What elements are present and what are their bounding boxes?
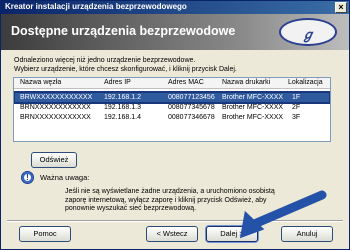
close-button[interactable]: × — [335, 2, 347, 13]
cell-node-name: BRWXXXXXXXXXXXX — [20, 94, 93, 101]
note-line-3: ponownie wyszukać sieć bezprzewodową. — [65, 205, 197, 212]
cancel-button[interactable]: Anuluj — [281, 226, 333, 242]
info-icon-glyph: ! — [26, 173, 29, 182]
column-header-node-name[interactable]: Nazwa węzła — [20, 79, 61, 86]
info-icon: ! — [21, 171, 34, 184]
instruction-line-1: Odnaleziono więcej niż jedno urządzenie … — [14, 57, 196, 64]
cell-mac-address: 008077123456 — [168, 94, 215, 101]
window-title: Kreator instalacji urządzenia bezprzewod… — [5, 2, 187, 11]
note-line-1: Jeśli nie są wyświetlane żadne urządzeni… — [65, 188, 275, 195]
column-header-ip-address[interactable]: Adres IP — [104, 79, 131, 86]
help-button[interactable]: Pomoc — [19, 226, 71, 242]
table-row[interactable]: BRNXXXXXXXXXXXX 192.168.1.4 008077346678… — [15, 113, 329, 122]
cell-location: 1F — [292, 94, 301, 101]
refresh-button[interactable]: Odśwież — [31, 152, 77, 168]
page-title: Dostępne urządzenia bezprzewodowe — [11, 24, 236, 38]
cell-printer-name: Brother MFC-XXXX — [222, 104, 284, 111]
cell-mac-address: 008077346678 — [168, 114, 215, 121]
cell-node-name: BRNXXXXXXXXXXXX — [20, 104, 91, 111]
column-header-location[interactable]: Lokalizacja — [288, 79, 323, 86]
wizard-window: Kreator instalacji urządzenia bezprzewod… — [0, 0, 350, 250]
important-note-title: Ważna uwaga: — [40, 173, 90, 182]
header-banner: Dostępne urządzenia bezprzewodowe ℊ — [1, 14, 349, 50]
instruction-line-2: Wybierz urządzenie, które chcesz skonfig… — [14, 66, 237, 73]
footer-divider — [7, 220, 343, 222]
wireless-logo-icon: ℊ — [279, 18, 337, 46]
cell-ip-address: 192.168.1.3 — [104, 104, 141, 111]
cell-mac-address: 008077345678 — [168, 104, 215, 111]
device-list[interactable]: Nazwa węzła Adres IP Adres MAC Nazwa dru… — [13, 77, 331, 142]
cell-location: 2F — [292, 104, 301, 111]
cell-printer-name: Brother MFC-XXXX — [222, 94, 284, 101]
device-list-header: Nazwa węzła Adres IP Adres MAC Nazwa dru… — [14, 78, 330, 89]
next-button[interactable]: Dalej > — [206, 226, 258, 242]
cell-location: 3F — [292, 114, 301, 121]
cell-node-name: BRNXXXXXXXXXXXX — [20, 114, 91, 121]
close-icon: × — [338, 2, 344, 12]
cell-printer-name: Brother MFC-XXXX — [222, 114, 284, 121]
cell-ip-address: 192.168.1.4 — [104, 114, 141, 121]
table-row[interactable]: BRNXXXXXXXXXXXX 192.168.1.3 008077345678… — [15, 103, 329, 112]
instructions: Odnaleziono więcej niż jedno urządzenie … — [14, 56, 237, 74]
back-button[interactable]: < Wstecz — [146, 226, 198, 242]
note-line-2: zaporę internetową, wyłącz zaporę i klik… — [65, 196, 267, 204]
cell-ip-address: 192.168.1.2 — [104, 94, 141, 101]
column-header-printer-name[interactable]: Nazwa drukarki — [222, 79, 270, 86]
table-row-selected[interactable]: BRWXXXXXXXXXXXX 192.168.1.2 008077123456… — [14, 91, 330, 104]
important-note-text: Jeśli nie są wyświetlane żadne urządzeni… — [65, 188, 275, 214]
title-bar: Kreator instalacji urządzenia bezprzewod… — [1, 1, 349, 14]
column-header-mac-address[interactable]: Adres MAC — [168, 79, 204, 86]
logo-glyph: ℊ — [301, 28, 315, 43]
